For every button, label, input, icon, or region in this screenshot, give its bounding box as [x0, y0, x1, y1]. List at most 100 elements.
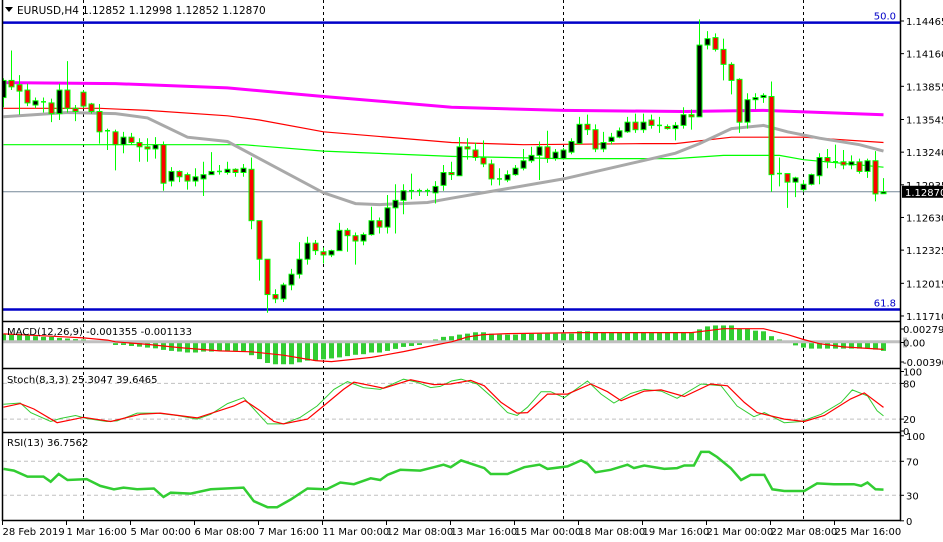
main-price-panel[interactable]: 50.0 61.8: [1, 12, 900, 313]
candle[interactable]: [120, 131, 127, 154]
candle[interactable]: [880, 178, 887, 195]
candle[interactable]: [744, 93, 751, 129]
candle[interactable]: [128, 132, 135, 145]
candle[interactable]: [512, 165, 519, 176]
candle[interactable]: [632, 113, 639, 133]
candle[interactable]: [592, 124, 599, 153]
candle[interactable]: [600, 131, 607, 153]
candle[interactable]: [144, 138, 151, 162]
candle[interactable]: [544, 130, 551, 163]
candle[interactable]: [48, 98, 55, 123]
candle[interactable]: [704, 31, 711, 50]
candle[interactable]: [256, 220, 263, 281]
candle[interactable]: [336, 222, 343, 252]
candle[interactable]: [208, 152, 215, 176]
candle[interactable]: [752, 93, 759, 110]
candle[interactable]: [217, 165, 222, 175]
candle[interactable]: [816, 153, 823, 185]
candle[interactable]: [248, 157, 255, 230]
candle[interactable]: [64, 61, 71, 113]
candle[interactable]: [568, 138, 575, 155]
candle[interactable]: [320, 247, 327, 264]
candle[interactable]: [504, 170, 511, 183]
candle[interactable]: [760, 93, 767, 103]
candle[interactable]: [312, 239, 319, 255]
candle[interactable]: [657, 116, 662, 133]
candle[interactable]: [640, 113, 647, 133]
candle[interactable]: [184, 172, 191, 190]
triangle-down-icon[interactable]: [5, 7, 13, 12]
candle[interactable]: [232, 168, 239, 177]
candle[interactable]: [224, 161, 231, 175]
candle[interactable]: [288, 268, 295, 291]
candle[interactable]: [720, 38, 727, 81]
candle[interactable]: [728, 62, 735, 95]
candle[interactable]: [368, 206, 375, 236]
candle[interactable]: [448, 161, 455, 180]
candle[interactable]: [480, 140, 487, 168]
candle[interactable]: [608, 132, 615, 145]
trading-chart[interactable]: 50.0 61.8 1.14465 1.14160 1.13855 1.13545 1.1…: [0, 0, 943, 542]
candle[interactable]: [536, 141, 543, 180]
candle[interactable]: [352, 232, 359, 265]
candle[interactable]: [856, 158, 863, 174]
candle[interactable]: [376, 217, 383, 234]
candle[interactable]: [872, 151, 879, 202]
candle[interactable]: [344, 228, 351, 252]
candle[interactable]: [616, 127, 623, 139]
candle[interactable]: [800, 179, 807, 192]
candle[interactable]: [472, 142, 479, 161]
candle[interactable]: [497, 168, 502, 186]
candle[interactable]: [808, 173, 815, 186]
candle[interactable]: [176, 170, 183, 183]
candle[interactable]: [200, 161, 207, 197]
candle[interactable]: [112, 129, 119, 171]
candle[interactable]: [528, 146, 535, 163]
candle[interactable]: [24, 83, 31, 107]
candle[interactable]: [304, 236, 311, 265]
candle[interactable]: [672, 122, 679, 141]
candle[interactable]: [552, 148, 559, 161]
candle[interactable]: [272, 289, 279, 304]
candle[interactable]: [824, 148, 831, 169]
candle[interactable]: [168, 167, 175, 187]
candle[interactable]: [440, 165, 447, 191]
candle[interactable]: [696, 19, 703, 118]
candle[interactable]: [296, 242, 303, 279]
candle[interactable]: [664, 124, 671, 130]
candle[interactable]: [576, 116, 583, 145]
candle[interactable]: [409, 173, 414, 200]
candle[interactable]: [560, 147, 567, 160]
candle[interactable]: [41, 97, 46, 113]
candle[interactable]: [160, 141, 167, 191]
candle[interactable]: [80, 90, 87, 109]
candle[interactable]: [32, 97, 39, 109]
candle[interactable]: [328, 249, 335, 258]
candle[interactable]: [520, 148, 527, 171]
candle[interactable]: [264, 258, 271, 313]
rsi-panel[interactable]: [3, 450, 884, 509]
candle[interactable]: [400, 184, 407, 215]
candle[interactable]: [784, 173, 791, 208]
candle[interactable]: [417, 188, 422, 197]
candle[interactable]: [833, 144, 838, 169]
candle[interactable]: [360, 232, 367, 246]
candle[interactable]: [152, 137, 159, 159]
candle[interactable]: [8, 50, 15, 91]
candle[interactable]: [777, 157, 782, 187]
candle[interactable]: [425, 188, 430, 197]
candle[interactable]: [848, 155, 855, 170]
candle[interactable]: [712, 33, 719, 52]
candle[interactable]: [136, 138, 143, 162]
candle[interactable]: [280, 282, 287, 303]
candle[interactable]: [105, 128, 110, 151]
candle[interactable]: [384, 194, 391, 234]
candle[interactable]: [840, 150, 847, 170]
candle[interactable]: [648, 114, 655, 129]
candle[interactable]: [488, 159, 495, 186]
candle[interactable]: [768, 81, 775, 192]
candle[interactable]: [192, 168, 199, 187]
candle[interactable]: [624, 116, 631, 133]
candle[interactable]: [584, 114, 591, 136]
candle[interactable]: [736, 78, 743, 133]
